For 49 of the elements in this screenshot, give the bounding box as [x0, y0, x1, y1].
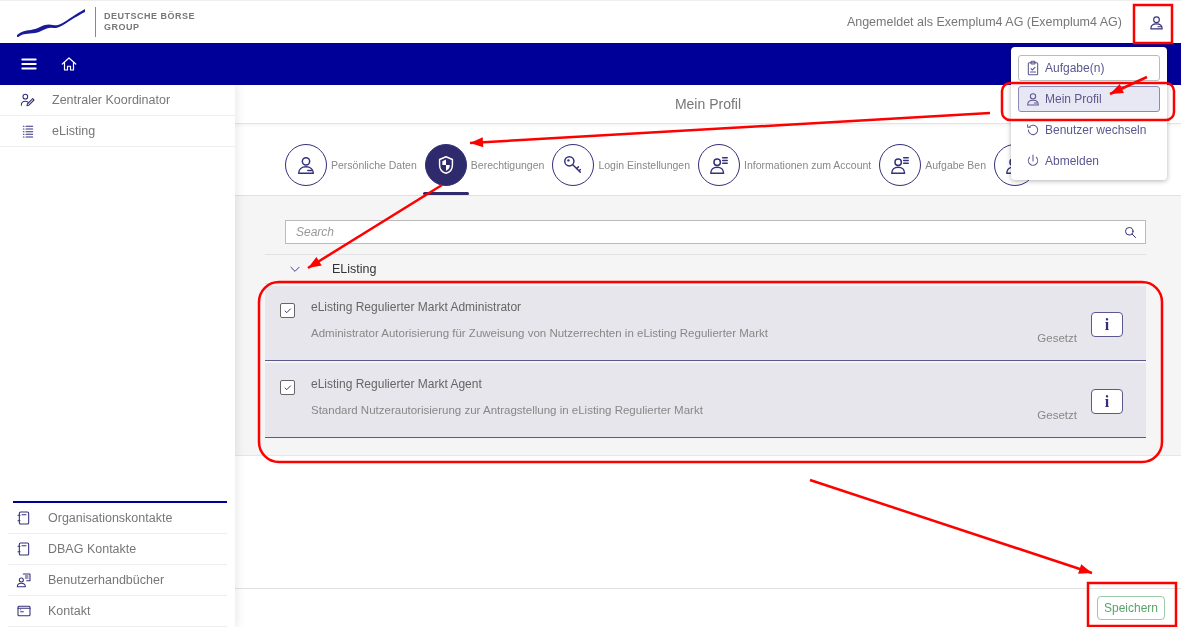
permission-description: Standard Nutzerautorisierung zur Antragstellung in eListing Regulierter Markt	[311, 404, 704, 416]
menu-item[interactable]: Benutzer wechseln	[1018, 117, 1160, 143]
person-pencil-icon	[20, 92, 36, 108]
sidebar-item[interactable]: Kontakt	[8, 596, 227, 627]
annotation-arrow	[1109, 75, 1148, 96]
search-icon[interactable]	[1123, 225, 1138, 240]
person-book-icon	[16, 572, 32, 588]
checkbox[interactable]	[280, 380, 295, 395]
sidebar-item[interactable]: eListing	[0, 116, 235, 147]
check-icon	[282, 305, 293, 316]
info-button[interactable]: i	[1091, 389, 1123, 414]
permission-title: eListing Regulierter Markt Agent	[311, 377, 483, 391]
sidebar-item[interactable]: Organisationskontakte	[8, 503, 227, 534]
info-button[interactable]: i	[1091, 312, 1123, 337]
sidebar-item[interactable]: Benutzerhandbücher	[8, 565, 227, 596]
tab[interactable]: Berechtigungen	[424, 124, 545, 195]
sidebar-item[interactable]: Zentraler Koordinator	[0, 85, 235, 116]
highlight-frame	[1132, 3, 1174, 45]
account-text: Angemeldet als Exemplum4 AG (Exemplum4 AG)	[846, 15, 1122, 29]
logo-text: GROUP	[104, 22, 141, 33]
status-text: Gesetzt	[1037, 332, 1077, 344]
tab[interactable]: Aufgabe Ben	[879, 124, 986, 195]
permission-description: Administrator Autorisierung für Zuweisung von Nutzerrechten in eListing Regulierter Markt	[311, 327, 769, 339]
person-icon	[1148, 13, 1165, 31]
save-button[interactable]: Speichern	[1096, 596, 1165, 620]
menu-item[interactable]: Mein Profil	[1018, 86, 1160, 112]
list-icon	[20, 123, 36, 139]
clipboard-icon	[1025, 60, 1041, 76]
group-title: EListing	[332, 262, 377, 276]
sidebar-item[interactable]: DBAG Kontakte	[8, 534, 227, 565]
rotate-icon	[1025, 122, 1041, 138]
person-icon	[1025, 91, 1041, 107]
menu-item[interactable]: Aufgabe(n)	[1018, 55, 1160, 81]
notebook-icon	[16, 510, 32, 526]
power-icon	[1025, 153, 1041, 169]
card-icon	[16, 603, 32, 619]
wave-logo-icon	[15, 7, 87, 37]
menu-item[interactable]: Abmelden	[1018, 148, 1160, 174]
logo-text: DEUTSCHE BÖRSE	[104, 11, 195, 22]
tab[interactable]: Persönliche Daten	[285, 124, 417, 195]
permission-title: eListing Regulierter Markt Administrator	[311, 300, 523, 314]
tab[interactable]: Login Einstellungen	[552, 124, 691, 195]
home-icon[interactable]	[60, 55, 78, 73]
status-text: Gesetzt	[1037, 409, 1077, 421]
tab[interactable]: Informationen zum Account	[698, 124, 872, 195]
check-icon	[282, 382, 293, 393]
notebook-icon	[16, 541, 32, 557]
search-field[interactable]: Search	[285, 220, 1146, 244]
checkbox[interactable]	[280, 303, 295, 318]
